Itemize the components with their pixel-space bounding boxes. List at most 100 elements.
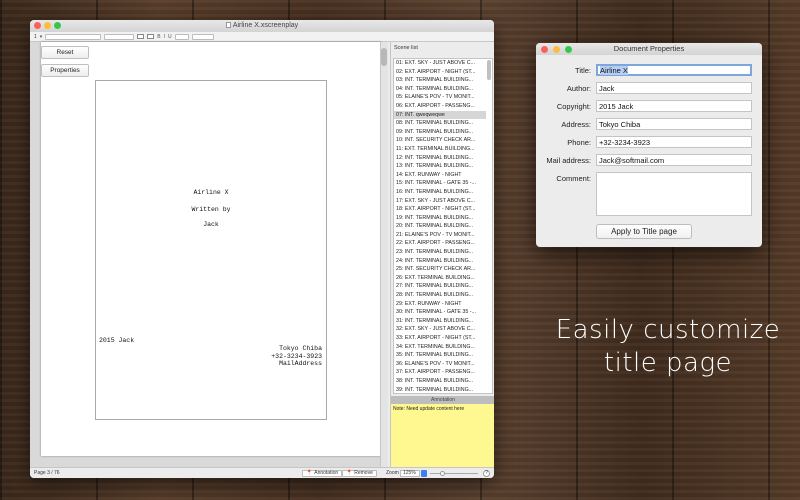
scene-list[interactable]: 01: EXT. SKY - JUST ABOVE C... 02: EXT. A…: [393, 58, 493, 394]
zoom-properties-button[interactable]: [565, 45, 572, 53]
author-label: Author:: [566, 84, 591, 93]
phone-field[interactable]: +32-3234-3923: [596, 136, 752, 148]
scene-list-item[interactable]: 03: INT. TERMINAL BUILDING...: [394, 76, 486, 85]
close-window-button[interactable]: [34, 22, 41, 29]
scene-list-item[interactable]: 38: INT. TERMINAL BUILDING...: [394, 377, 486, 386]
window-controls: [34, 22, 61, 29]
script-scrollbar[interactable]: [380, 42, 388, 467]
italic-icon[interactable]: I: [164, 34, 165, 40]
scene-list-item[interactable]: 01: EXT. SKY - JUST ABOVE C...: [394, 59, 486, 68]
scene-list-item[interactable]: 02: EXT. AIRPORT - NIGHT (ST...: [394, 68, 486, 77]
comment-field[interactable]: [596, 172, 752, 216]
scene-list-item[interactable]: 27: INT. TERMINAL BUILDING...: [394, 282, 486, 291]
scene-list-item[interactable]: 13: INT. TERMINAL BUILDING...: [394, 162, 486, 171]
scene-list-item[interactable]: 09: INT. TERMINAL BUILDING...: [394, 128, 486, 137]
minimize-properties-button[interactable]: [553, 45, 560, 53]
comment-label: Comment:: [556, 174, 591, 183]
scene-list-item[interactable]: 08: INT. TERMINAL BUILDING...: [394, 119, 486, 128]
scene-list-item[interactable]: 25: INT. SECURITY CHECK AR...: [394, 265, 486, 274]
scene-list-item[interactable]: 35: INT. TERMINAL BUILDING...: [394, 351, 486, 360]
apply-to-title-page-button[interactable]: Apply to Title page: [596, 224, 692, 239]
properties-button[interactable]: Properties: [41, 64, 89, 77]
scene-list-item[interactable]: 33: EXT. AIRPORT - NIGHT (ST...: [394, 334, 486, 343]
mail-row: Mail address: Jack@softmail.com: [536, 154, 762, 167]
reset-button[interactable]: Reset: [41, 46, 89, 59]
scene-list-item[interactable]: 21: ELAINE'S POV - TV MONIT...: [394, 231, 486, 240]
add-annotation-button[interactable]: 📍 Annotation: [302, 469, 343, 477]
title-page-mail: MailAddress: [279, 360, 322, 367]
scene-list-item[interactable]: 04: INT. TERMINAL BUILDING...: [394, 85, 486, 94]
scene-list-item[interactable]: 34: EXT. TERMINAL BUILDING...: [394, 343, 486, 352]
remove-annotation-button[interactable]: 📍 Remove: [342, 469, 377, 477]
scene-list-item[interactable]: 26: EXT. TERMINAL BUILDING...: [394, 274, 486, 283]
zoom-select[interactable]: 125%: [400, 469, 420, 477]
chevron-down-icon[interactable]: ▾: [40, 34, 43, 40]
main-titlebar[interactable]: Airline X.xscreenplay: [30, 20, 494, 32]
title-field-value: Airline X: [600, 66, 628, 75]
comment-row: Comment:: [536, 172, 762, 216]
scene-list-item[interactable]: 37: EXT. AIRPORT - PASSENG...: [394, 368, 486, 377]
mail-label: Mail address:: [546, 156, 591, 165]
mail-field[interactable]: Jack@softmail.com: [596, 154, 752, 166]
phone-row: Phone: +32-3234-3923: [536, 136, 762, 149]
page-number-field[interactable]: 1: [34, 34, 37, 40]
scene-list-item[interactable]: 11: EXT. TERMINAL BUILDING...: [394, 145, 486, 154]
scene-list-scroll-thumb[interactable]: [487, 60, 491, 80]
annotation-note[interactable]: Note: Need update content here: [391, 404, 494, 467]
address-field[interactable]: Tokyo Chiba: [596, 118, 752, 130]
scene-list-item[interactable]: 39: INT. TERMINAL BUILDING...: [394, 386, 486, 393]
scene-list-item[interactable]: 14: EXT. RUNWAY - NIGHT: [394, 171, 486, 180]
title-page-contact: Tokyo Chiba +32-3234-3923 MailAddress: [271, 345, 322, 368]
close-properties-button[interactable]: [541, 45, 548, 53]
scene-list-item[interactable]: 36: ELAINE'S POV - TV MONIT...: [394, 360, 486, 369]
scene-list-item[interactable]: 32: EXT. SKY - JUST ABOVE C...: [394, 325, 486, 334]
script-page[interactable]: Reset Properties Airline X Written by Ja…: [41, 42, 381, 456]
title-page-author: Jack: [203, 221, 219, 228]
font-select[interactable]: [104, 33, 135, 40]
scene-list-item[interactable]: 22: EXT. AIRPORT - PASSENG...: [394, 239, 486, 248]
spacing-select[interactable]: [191, 33, 214, 40]
tagline-line-2: title page: [603, 348, 733, 378]
minimize-window-button[interactable]: [44, 22, 51, 29]
script-scroll-thumb[interactable]: [381, 48, 387, 66]
author-field[interactable]: Jack: [596, 82, 752, 94]
scene-list-item[interactable]: 18: EXT. AIRPORT - NIGHT (ST...: [394, 205, 486, 214]
zoom-slider[interactable]: [430, 471, 478, 476]
title-field[interactable]: Airline X: [596, 64, 752, 76]
scene-list-item[interactable]: 30: INT. TERMINAL - GATE 35 -...: [394, 308, 486, 317]
properties-titlebar[interactable]: Document Properties: [536, 43, 762, 55]
scene-list-item[interactable]: 24: INT. TERMINAL BUILDING...: [394, 257, 486, 266]
scene-list-item[interactable]: 19: INT. TERMINAL BUILDING...: [394, 214, 486, 223]
layout-button-2[interactable]: [147, 34, 155, 39]
scene-panel: Scene list 01: EXT. SKY - JUST ABOVE C..…: [390, 42, 494, 467]
pin-icon: 📍: [306, 470, 313, 476]
main-window: Airline X.xscreenplay 1 ▾ B I U Reset Pr…: [30, 20, 494, 478]
copyright-field[interactable]: 2015 Jack: [596, 100, 752, 112]
scene-list-item[interactable]: 20: INT. TERMINAL BUILDING...: [394, 222, 486, 231]
zoom-slider-knob[interactable]: [440, 471, 445, 476]
scene-list-item[interactable]: 17: EXT. SKY - JUST ABOVE C...: [394, 197, 486, 206]
bold-icon[interactable]: B: [157, 34, 160, 40]
scene-list-item[interactable]: 16: INT. TERMINAL BUILDING...: [394, 188, 486, 197]
zoom-stepper[interactable]: [421, 469, 427, 477]
phone-label: Phone:: [567, 138, 591, 147]
scene-list-item[interactable]: 29: EXT. RUNWAY - NIGHT: [394, 300, 486, 309]
help-button[interactable]: ?: [483, 469, 490, 477]
scene-list-item[interactable]: 06: EXT. AIRPORT - PASSENG...: [394, 102, 486, 111]
scene-list-item[interactable]: 28: INT. TERMINAL BUILDING...: [394, 291, 486, 300]
underline-icon[interactable]: U: [168, 34, 172, 40]
scene-list-item[interactable]: 15: INT. TERMINAL - GATE 35 -...: [394, 179, 486, 188]
scene-list-item[interactable]: 12: INT. TERMINAL BUILDING...: [394, 154, 486, 163]
script-view[interactable]: Reset Properties Airline X Written by Ja…: [30, 42, 388, 467]
scene-list-item[interactable]: 23: INT. TERMINAL BUILDING...: [394, 248, 486, 257]
align-select[interactable]: [174, 33, 189, 40]
title-page-written-by: Written by: [191, 206, 231, 213]
scene-list-item[interactable]: 10: INT. SECURITY CHECK AR...: [394, 136, 486, 145]
zoom-window-button[interactable]: [54, 22, 61, 29]
element-type-select[interactable]: [45, 33, 102, 40]
scene-list-item[interactable]: 31: INT. TERMINAL BUILDING...: [394, 317, 486, 326]
layout-button-1[interactable]: [137, 34, 145, 39]
scene-list-item[interactable]: 05: ELAINE'S POV - TV MONIT...: [394, 93, 486, 102]
format-toolbar: 1 ▾ B I U: [30, 32, 494, 42]
scene-list-item[interactable]: 07: INT. qweqweqwe: [394, 110, 486, 120]
